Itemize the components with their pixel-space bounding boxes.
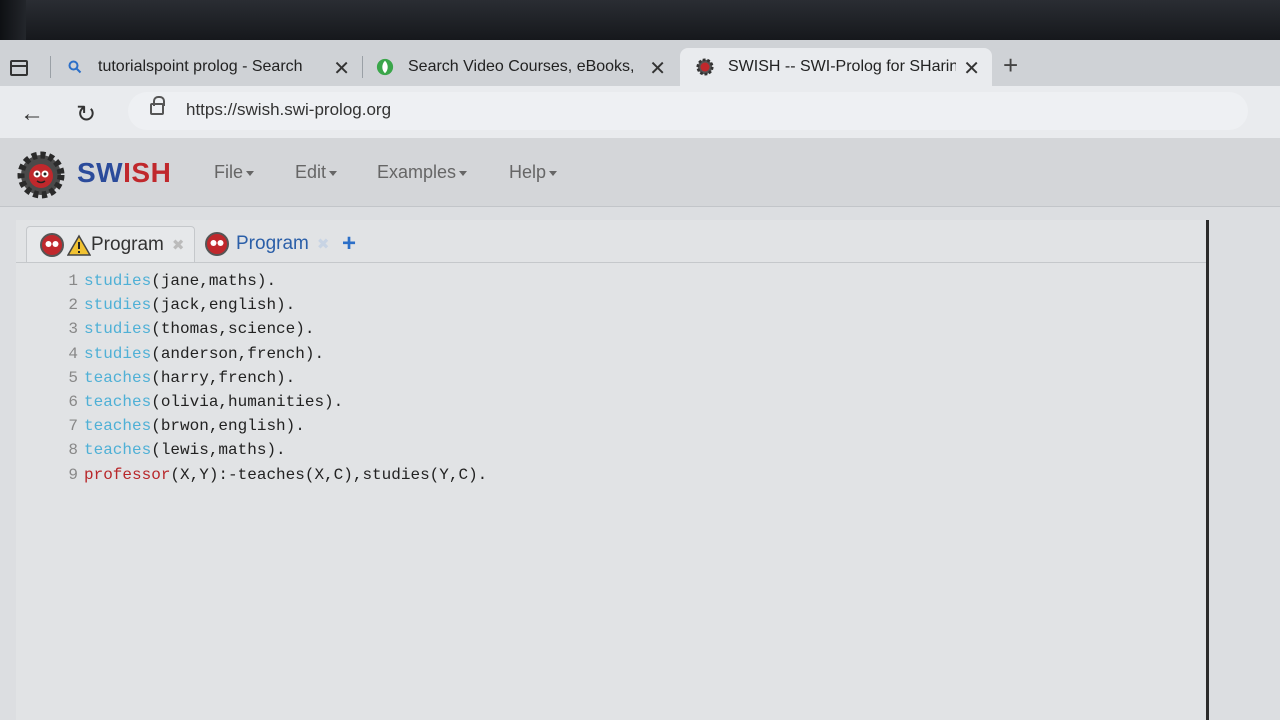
predicate-args: (jack,english). [151,296,296,315]
add-tab-button[interactable]: + [342,230,356,258]
caret-down-icon [459,170,468,176]
swish-app: SWISH File Edit Examples Help Program ✖ … [0,138,1280,720]
predicate-args: (brwon,english). [151,417,305,436]
editor-tab-label: Program [91,234,164,255]
predicate-name: studies [84,320,152,339]
tab-actions-menu-icon[interactable] [10,60,28,76]
predicate-args: (lewis,maths). [151,441,286,460]
address-bar[interactable]: https://swish.swi-prolog.org [128,92,1248,130]
search-icon [66,58,84,76]
line-number: 5 [68,368,78,387]
line-number: 1 [68,272,78,290]
line-number: 6 [68,392,78,411]
predicate-name: teaches [84,392,152,411]
predicate-name: studies [84,344,152,363]
screen: tutorialspoint prolog - Search ✕ Search … [0,40,1280,720]
editor-tab-label: Program [236,233,309,254]
line-number: 7 [68,417,78,436]
swish-logo-icon[interactable] [16,150,66,200]
code-line: 9 professor(X,Y):-teaches(X,C),studies(Y,… [56,466,487,490]
line-number: 3 [68,320,78,339]
back-button[interactable]: ← [20,100,44,128]
swish-owl-icon [40,233,64,257]
predicate-name: studies [84,272,152,290]
rule-body: (X,Y):-teaches(X,C),studies(Y,C). [170,465,488,484]
swish-brand[interactable]: SWISH [77,157,171,189]
code-line: 5 teaches(harry,french). [56,369,487,393]
editor-tab-program-2[interactable]: Program ✖ [204,226,329,262]
predicate-args: (jane,maths). [151,272,277,290]
predicate-name: studies [84,296,152,315]
swish-gear-icon [696,58,714,76]
url-text[interactable]: https://swish.swi-prolog.org [186,100,391,120]
brand-sw: SW [77,157,124,188]
reload-button[interactable]: ↻ [76,100,96,129]
browser-toolbar: ← ↻ https://swish.swi-prolog.org [0,86,1280,138]
menu-edit[interactable]: Edit [295,162,338,183]
predicate-args: (harry,french). [151,368,296,387]
lock-icon[interactable] [150,96,165,115]
browser-tab-title: SWISH -- SWI-Prolog for SHaring [728,58,956,75]
line-number: 4 [68,344,78,363]
caret-down-icon [246,170,255,176]
code-line: 4 studies(anderson,french). [56,345,487,369]
browser-tab-strip: tutorialspoint prolog - Search ✕ Search … [0,40,1280,86]
editor-tab-program-1[interactable]: Program ✖ [26,226,196,263]
code-line: 7 teaches(brwon,english). [56,417,487,441]
menu-label: Edit [295,162,327,182]
browser-tab-swish[interactable]: SWISH -- SWI-Prolog for SHaring ✕ [680,48,992,86]
swish-navbar: SWISH File Edit Examples Help [0,138,1280,207]
predicate-args: (thomas,science). [151,320,315,339]
menu-label: Examples [377,162,457,182]
line-number: 9 [68,465,78,484]
line-number: 8 [68,441,78,460]
close-tab-icon[interactable]: ✖ [172,236,185,254]
predicate-name: teaches [84,417,152,436]
code-line: 3 studies(thomas,science). [56,320,487,344]
caret-down-icon [549,170,558,176]
browser-tab-title: tutorialspoint prolog - Search [98,58,303,75]
browser-tab-courses[interactable]: Search Video Courses, eBooks, C ✕ [362,48,678,86]
predicate-name: teaches [84,441,152,460]
menu-help[interactable]: Help [509,162,558,183]
code-line: 6 teaches(olivia,humanities). [56,393,487,417]
tab-divider [16,262,1206,263]
swish-owl-icon [205,232,229,256]
close-tab-icon[interactable]: ✖ [317,235,330,253]
warning-icon [67,234,91,256]
code-line: 2 studies(jack,english). [56,296,487,320]
menu-label: File [214,162,244,182]
browser-tab-title: Search Video Courses, eBooks, C [408,58,636,75]
menu-file[interactable]: File [214,162,255,183]
monitor-bezel-top [0,0,1280,42]
code-line: 8 teaches(lewis,maths). [56,441,487,465]
close-tab-icon[interactable]: ✕ [333,56,350,81]
predicate-name: teaches [84,368,152,387]
menu-examples[interactable]: Examples [377,162,468,183]
close-tab-icon[interactable]: ✕ [649,56,666,81]
new-tab-button[interactable]: + [1003,50,1018,81]
close-tab-icon[interactable]: ✕ [963,56,980,81]
brand-ish: ISH [123,157,172,188]
browser-tab-search[interactable]: tutorialspoint prolog - Search ✕ [50,48,362,86]
green-favicon-icon [376,58,394,76]
rule-head: professor [84,465,171,484]
line-number: 2 [68,296,78,315]
code-line: 1 studies(jane,maths). [56,272,487,296]
code-editor[interactable]: 1 studies(jane,maths). 2 studies(jack,engl… [56,272,487,490]
predicate-args: (anderson,french). [151,344,325,363]
menu-label: Help [509,162,547,182]
predicate-args: (olivia,humanities). [151,392,344,411]
caret-down-icon [329,170,338,176]
program-editor-pane: Program ✖ Program ✖ + 1 studies(jane,math… [16,220,1209,720]
